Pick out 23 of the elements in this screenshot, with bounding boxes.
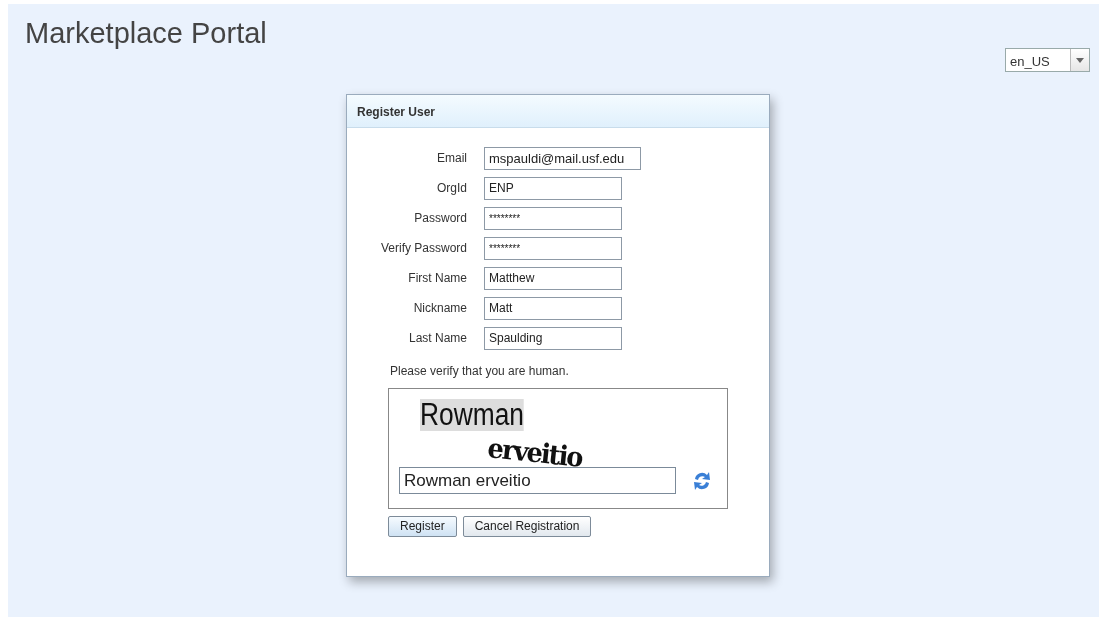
field-label: OrgId <box>436 180 468 197</box>
field-label: Nickname <box>412 300 468 317</box>
field-label: Last Name <box>407 330 468 347</box>
captcha-prompt: Please verify that you are human. <box>390 363 570 380</box>
field-label: First Name <box>407 270 468 287</box>
locale-select[interactable]: en_US <box>1005 48 1090 72</box>
dialog-title: Register User <box>347 95 769 128</box>
input-field[interactable]: ******** <box>484 236 622 260</box>
input-field[interactable]: ENP <box>484 176 622 200</box>
input-field[interactable]: Matt <box>484 296 622 320</box>
field-label: Verify Password <box>379 240 468 257</box>
field-label: Password <box>413 210 468 227</box>
input-field[interactable]: mspauldi@mail.usf.edu <box>484 146 641 170</box>
input-field[interactable]: Spaulding <box>484 326 622 350</box>
field-label: Email <box>436 150 468 167</box>
captcha-input[interactable]: Rowman erveitio <box>399 467 676 494</box>
cancel-button[interactable]: Cancel Registration <box>462 516 592 537</box>
caret-icon <box>1076 57 1084 63</box>
page-title: Marketplace Portal <box>25 16 267 51</box>
input-field[interactable]: ******** <box>484 206 622 230</box>
register-button[interactable]: Register <box>388 516 457 537</box>
captcha-word: Rowman <box>420 399 524 431</box>
input-field[interactable]: Matthew <box>484 266 622 290</box>
